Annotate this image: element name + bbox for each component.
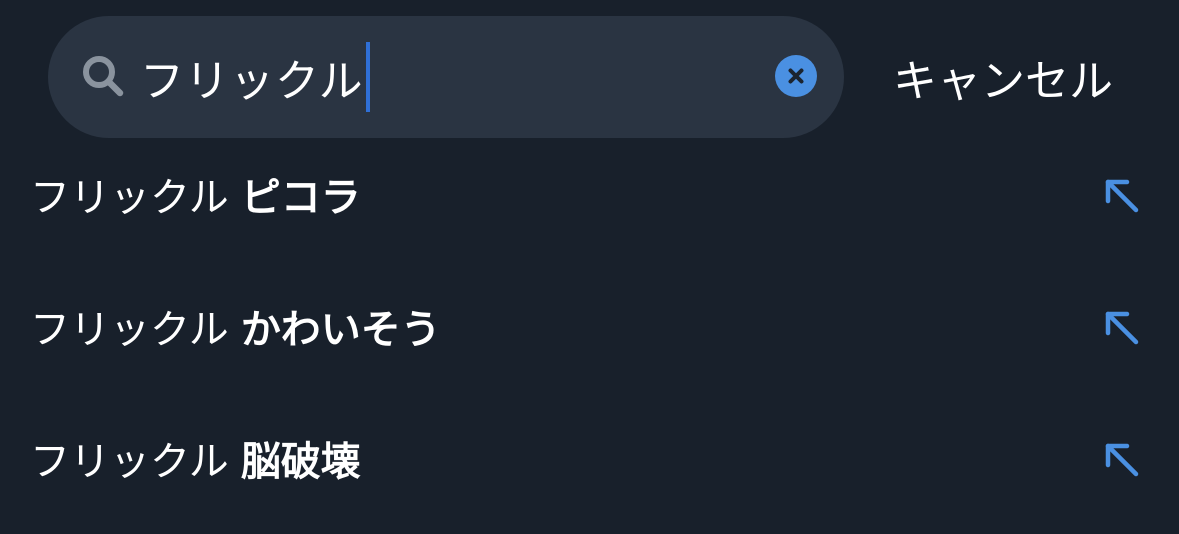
suggestion-text: フリックル ピコラ <box>30 134 361 254</box>
arrow-up-left-icon[interactable] <box>1100 174 1144 218</box>
text-caret <box>365 42 370 112</box>
suggestion-suffix: かわいそう <box>240 307 441 353</box>
arrow-up-left-icon[interactable] <box>1100 438 1144 482</box>
suggestion-item[interactable]: フリックル 脳破壊 <box>0 398 1179 518</box>
arrow-up-left-icon[interactable] <box>1100 306 1144 350</box>
clear-circle-icon <box>788 68 804 84</box>
suggestion-item[interactable]: フリックル かわいそう <box>0 266 1179 386</box>
suggestion-prefix: フリックル <box>30 307 229 353</box>
suggestion-text: フリックル かわいそう <box>30 266 441 386</box>
suggestion-prefix: フリックル <box>30 175 229 221</box>
suggestion-suffix: 脳破壊 <box>240 439 361 485</box>
cancel-button[interactable]: キャンセル <box>893 42 1113 112</box>
suggestion-item[interactable]: フリックル ピコラ <box>0 134 1179 254</box>
search-icon <box>83 56 124 97</box>
suggestion-suffix: ピコラ <box>240 175 361 221</box>
search-input[interactable]: フリックル <box>140 42 370 112</box>
suggestion-prefix: フリックル <box>30 439 229 485</box>
suggestion-text: フリックル 脳破壊 <box>30 398 361 518</box>
search-input-value: フリックル <box>140 56 364 107</box>
clear-search-button[interactable] <box>775 55 817 97</box>
